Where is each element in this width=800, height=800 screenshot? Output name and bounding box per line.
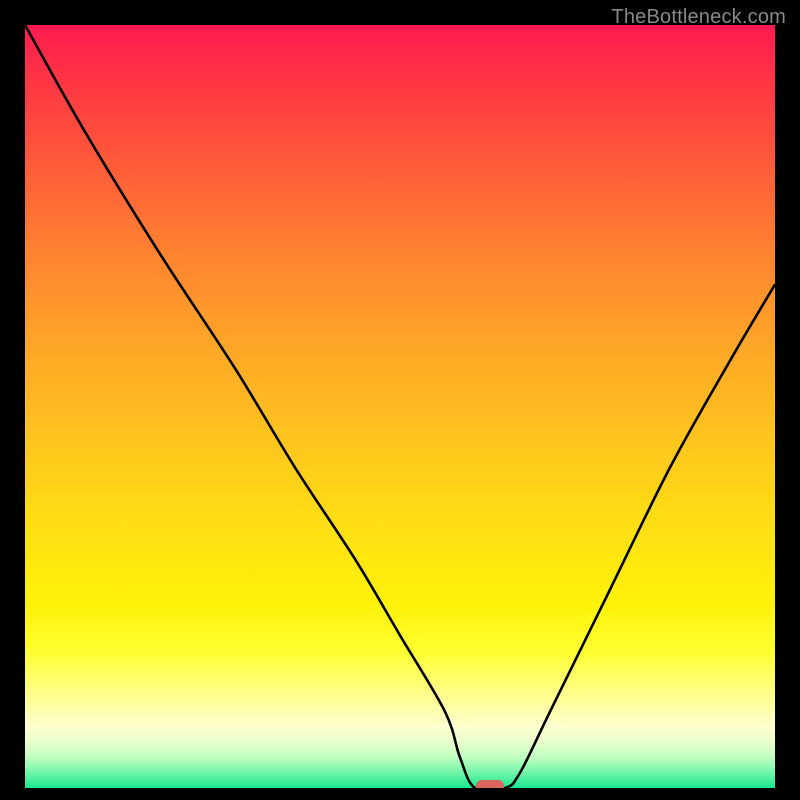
minimum-marker (476, 780, 504, 788)
frame-right (775, 0, 800, 800)
frame-left (0, 0, 25, 800)
bottleneck-curve-path (25, 25, 775, 788)
watermark-text: TheBottleneck.com (611, 6, 786, 29)
frame-bottom (0, 788, 800, 800)
plot-area (25, 25, 775, 788)
curve-svg (25, 25, 775, 788)
